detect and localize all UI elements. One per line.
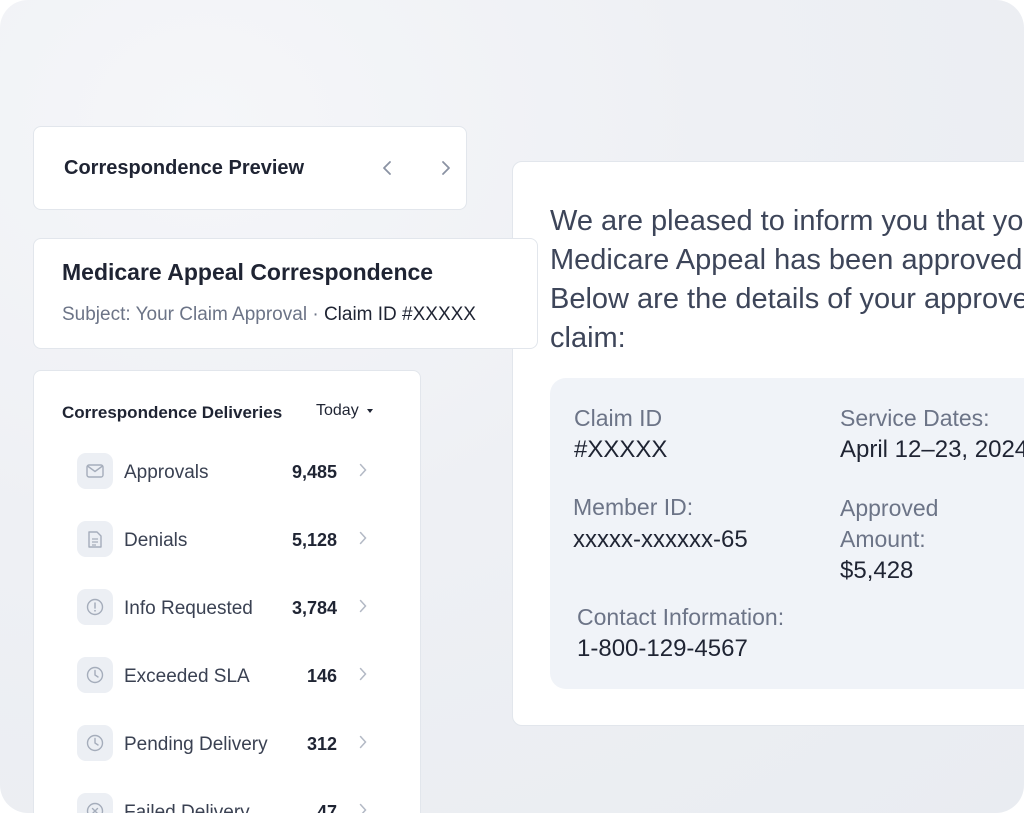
list-item-count: 5,128	[291, 530, 337, 550]
claim-id-label: Claim ID	[574, 405, 663, 431]
list-item-failed-delivery[interactable]: Failed Delivery 47	[77, 793, 367, 813]
x-circle-icon	[77, 793, 113, 813]
chevron-right-icon	[359, 599, 367, 613]
chevron-right-icon	[359, 531, 367, 545]
deliveries-card: Correspondence Deliveries Today Approval…	[33, 370, 421, 813]
next-button[interactable]	[434, 153, 458, 183]
claim-reference: Claim ID #XXXXX	[323, 304, 476, 325]
service-dates-label: Service Dates:	[840, 405, 990, 431]
list-item-count: 312	[306, 734, 337, 754]
clock-icon	[77, 725, 113, 761]
member-id-value: xxxxx-xxxxxx-65	[573, 526, 748, 553]
letter-line: Below are the details of your approve	[550, 283, 1024, 315]
chevron-right-icon	[359, 463, 367, 477]
letter-preview-card: We are pleased to inform you that you Me…	[512, 161, 1024, 726]
list-item-label: Failed Delivery	[124, 802, 250, 813]
contact-info-label: Contact Information:	[577, 604, 785, 630]
chevron-right-icon	[442, 161, 450, 175]
subject-line: Subject: Your Claim Approval · Claim ID …	[62, 304, 476, 326]
letter-line: We are pleased to inform you that you	[550, 205, 1024, 237]
letter-line: claim:	[550, 322, 626, 354]
chevron-right-icon	[359, 667, 367, 681]
approved-amount-label: Approved	[840, 495, 939, 521]
chevron-right-icon	[359, 735, 367, 749]
approved-amount-value: $5,428	[840, 557, 914, 584]
approved-amount-label: Amount:	[840, 526, 926, 552]
subject-label: Subject:	[62, 304, 131, 325]
chevron-left-icon	[383, 161, 391, 175]
list-item-count: 146	[306, 666, 337, 686]
claim-id-value: #XXXXX	[574, 436, 668, 463]
caret-down-icon	[366, 409, 373, 413]
previous-button[interactable]	[375, 153, 399, 183]
list-item-count: 3,784	[291, 598, 337, 618]
subject-text: Your Claim Approval ·	[135, 304, 319, 325]
document-icon	[77, 521, 113, 557]
date-range-value: Today	[316, 402, 359, 419]
list-item-pending-delivery[interactable]: Pending Delivery 312	[77, 725, 367, 763]
letter-line: Medicare Appeal has been approved	[550, 244, 1023, 276]
mail-icon	[77, 453, 113, 489]
clock-icon	[77, 657, 113, 693]
preview-header-card: Correspondence Preview	[33, 126, 467, 210]
date-range-select[interactable]: Today	[316, 402, 373, 420]
correspondence-title: Medicare Appeal Correspondence	[62, 259, 434, 285]
letter-body: We are pleased to inform you that you Me…	[550, 202, 1024, 358]
list-item-info-requested[interactable]: Info Requested 3,784	[77, 589, 367, 627]
list-item-label: Exceeded SLA	[124, 666, 250, 687]
service-dates-value: April 12–23, 2024	[840, 436, 1024, 463]
list-item-denials[interactable]: Denials 5,128	[77, 521, 367, 559]
app-canvas: Correspondence Preview Medicare Appeal C…	[0, 0, 1024, 813]
chevron-right-icon	[359, 803, 367, 813]
contact-info-value: 1-800-129-4567	[577, 635, 748, 662]
info-icon	[77, 589, 113, 625]
list-item-label: Pending Delivery	[124, 734, 268, 755]
list-item-count: 47	[316, 802, 337, 813]
member-id-label: Member ID:	[573, 494, 694, 520]
preview-title: Correspondence Preview	[64, 157, 305, 179]
list-item-exceeded-sla[interactable]: Exceeded SLA 146	[77, 657, 367, 695]
list-item-label: Info Requested	[124, 598, 253, 619]
claim-details-panel: Claim ID #XXXXX Service Dates: April 12–…	[550, 378, 1024, 689]
subject-card: Medicare Appeal Correspondence Subject: …	[33, 238, 538, 349]
list-item-count: 9,485	[291, 462, 337, 482]
deliveries-title: Correspondence Deliveries	[62, 403, 283, 422]
list-item-label: Approvals	[124, 462, 209, 483]
list-item-approvals[interactable]: Approvals 9,485	[77, 453, 367, 491]
list-item-label: Denials	[124, 530, 188, 551]
